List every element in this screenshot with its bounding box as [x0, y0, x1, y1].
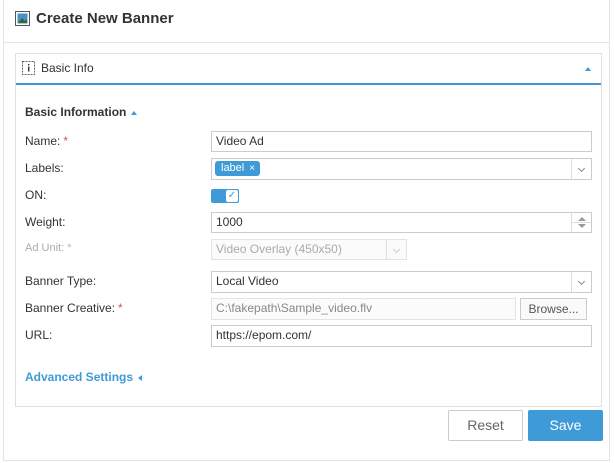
name-label: Name: *: [25, 134, 68, 148]
banner-creative-label-text: Banner Creative:: [25, 301, 116, 315]
weight-value: 1000: [216, 215, 243, 229]
stepper-divider: [572, 222, 591, 223]
browse-button[interactable]: Browse...: [520, 298, 587, 320]
section-title-label: Basic Information: [25, 105, 127, 119]
label-tag: label ×: [215, 161, 261, 176]
create-banner-window: Create New Banner Basic Info Basic Infor…: [3, 0, 610, 461]
advanced-settings-label: Advanced Settings: [25, 370, 134, 384]
collapse-caret-icon[interactable]: [585, 67, 591, 71]
panel-title: Basic Info: [41, 61, 94, 75]
image-icon: [15, 11, 30, 26]
info-icon: [22, 61, 35, 75]
labels-label: Labels:: [25, 161, 64, 175]
checkmark-icon: ✓: [226, 190, 238, 202]
chevron-down-icon[interactable]: [571, 159, 591, 179]
banner-type-select[interactable]: Local Video: [211, 271, 592, 293]
caret-left-icon: [138, 374, 143, 381]
on-toggle[interactable]: ✓: [211, 189, 239, 203]
name-label-text: Name:: [25, 134, 61, 148]
basic-info-panel-header[interactable]: Basic Info: [16, 54, 601, 85]
banner-creative-path: C:\fakepath\Sample_video.flv: [211, 298, 516, 320]
ad-unit-label-text: Ad Unit:: [25, 242, 65, 254]
banner-creative-label: Banner Creative: *: [25, 301, 123, 315]
window-header: Create New Banner: [4, 0, 609, 43]
chevron-down-icon: [386, 240, 406, 259]
name-input[interactable]: Video Ad: [211, 131, 592, 152]
save-button[interactable]: Save: [528, 410, 603, 441]
required-marker: *: [118, 301, 123, 315]
ad-unit-value: Video Overlay (450x50): [216, 242, 342, 256]
ad-unit-select: Video Overlay (450x50): [211, 239, 407, 260]
stepper-buttons[interactable]: [571, 213, 591, 232]
required-marker: *: [63, 134, 69, 148]
on-label: ON:: [25, 188, 47, 202]
tag-remove-icon[interactable]: ×: [249, 163, 255, 174]
ad-unit-label: Ad Unit: *: [25, 242, 71, 254]
weight-label: Weight:: [25, 215, 66, 229]
advanced-settings-toggle[interactable]: Advanced Settings: [25, 370, 143, 384]
page-title: Create New Banner: [36, 10, 174, 27]
url-label: URL:: [25, 328, 53, 342]
banner-type-value: Local Video: [216, 274, 279, 288]
label-tag-text: label: [221, 162, 245, 174]
url-input[interactable]: https://epom.com/: [211, 325, 592, 347]
banner-type-label: Banner Type:: [25, 274, 97, 288]
weight-stepper[interactable]: 1000: [211, 212, 592, 233]
section-title[interactable]: Basic Information: [25, 105, 138, 119]
decrement-icon[interactable]: [578, 224, 586, 228]
reset-button[interactable]: Reset: [448, 410, 523, 441]
chevron-down-icon[interactable]: [571, 272, 591, 292]
required-marker: *: [67, 242, 72, 254]
labels-multiselect[interactable]: label ×: [211, 158, 592, 180]
caret-up-icon: [131, 110, 138, 115]
basic-info-panel: Basic Info Basic Information Name: * Vide…: [15, 53, 602, 407]
increment-icon[interactable]: [578, 217, 586, 221]
